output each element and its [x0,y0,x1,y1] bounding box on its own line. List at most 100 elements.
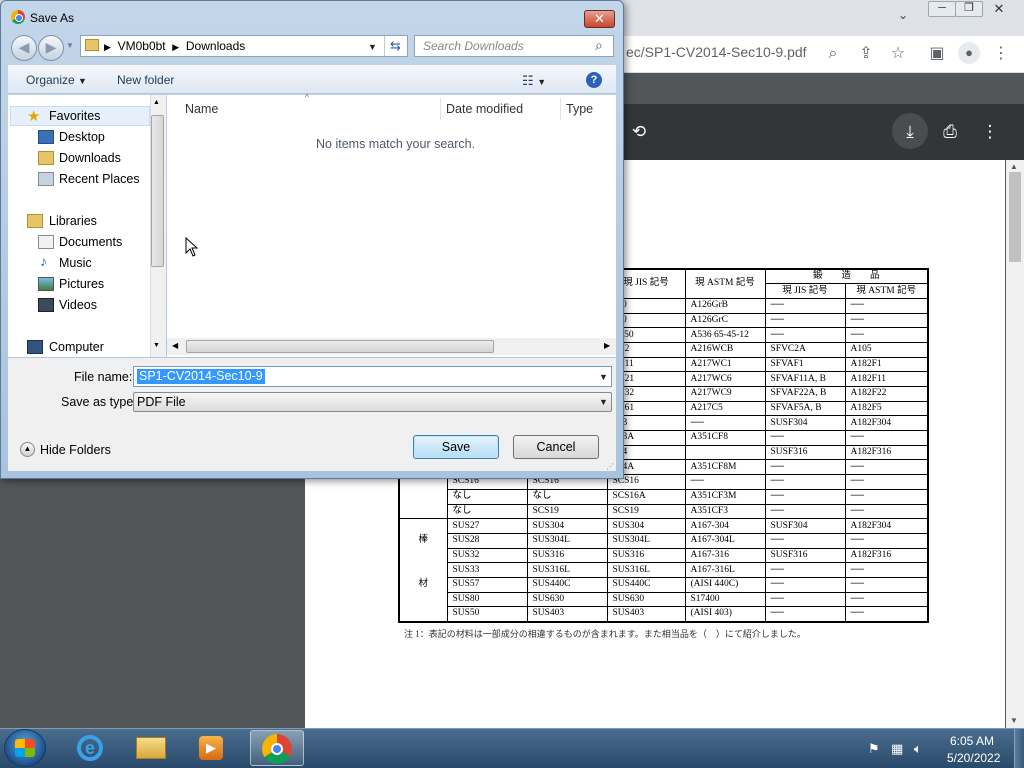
nav-recent-places[interactable]: Recent Places [59,172,140,186]
table-cell: ── [844,474,929,490]
save-button[interactable]: Save [413,435,499,459]
resize-grip-icon[interactable]: ⋰ [606,462,614,471]
nav-music[interactable]: Music [59,256,92,270]
help-icon[interactable]: ? [586,72,602,88]
browser-restore-button[interactable]: ❐ [955,1,983,17]
zoom-icon[interactable]: ⌕ [820,41,846,67]
new-folder-button[interactable]: New folder [117,73,174,87]
table-cell: 棒 [398,533,448,549]
nav-favorites[interactable]: Favorites [49,109,100,123]
table-row: SUS27 SUS304 SUS304 A167-304 SUSF304 A182F304 [398,518,929,534]
nav-libraries[interactable]: Libraries [49,214,97,228]
table-cell: SFVAF11A, B [764,371,846,387]
cancel-button[interactable]: Cancel [513,435,599,459]
column-separator[interactable] [440,98,441,120]
scroll-up-arrow-icon[interactable]: ▲ [1010,162,1018,171]
hide-folders-chevron-icon[interactable]: ▲ [20,442,35,457]
forward-button[interactable]: ▶ [38,35,64,61]
table-cell: SCS19 [606,503,686,520]
save-as-type-select[interactable] [133,392,612,412]
address-breadcrumb[interactable]: ▶ VM0b0bt ▶ Downloads [104,39,245,53]
taskbar-windows-explorer[interactable] [124,730,178,766]
browser-menu-icon[interactable]: ⋮ [988,41,1014,67]
nav-desktop[interactable]: Desktop [59,130,105,144]
column-header-name[interactable]: Name [185,102,218,116]
table-cell: ── [764,606,846,622]
browser-minimize-button[interactable]: ─ [928,1,956,17]
breadcrumb-chevron-icon[interactable]: ▶ [172,42,179,52]
table-cell: A351CF8 [684,430,766,446]
nav-pane-scrollbar-thumb[interactable] [151,115,164,267]
nav-computer[interactable]: Computer [49,340,104,354]
rotate-icon[interactable]: ⟲ [624,118,654,146]
scroll-down-arrow-icon[interactable]: ▼ [1010,716,1018,725]
table-cell: SUS630 [606,591,686,608]
organize-button[interactable]: Organize ▼ [26,73,87,87]
address-dropdown-icon[interactable]: ▼ [368,42,377,52]
organize-label: Organize [26,73,75,87]
more-actions-icon[interactable]: ⋮ [975,118,1005,146]
clock-date[interactable]: 5/20/2022 [947,751,1000,765]
action-center-flag-icon[interactable]: ⚑ [868,741,880,757]
volume-icon[interactable]: 🔈︎ [914,741,922,757]
network-icon[interactable]: ▦ [891,741,903,757]
scroll-down-arrow-icon[interactable]: ▼ [153,342,160,349]
back-button[interactable]: ◀ [11,35,37,61]
table-cell: A167-316 [684,547,766,564]
breadcrumb-downloads[interactable]: Downloads [186,39,245,53]
search-icon[interactable]: ⌕ [595,37,603,54]
table-cell: SFVAF22A, B [764,386,846,402]
table-cell: A217WC1 [684,356,766,373]
show-desktop-button[interactable] [1014,729,1024,768]
tab-search-chevron-icon[interactable]: ⌄ [898,8,908,22]
table-cell: ── [764,562,846,578]
table-cell: ── [764,297,846,314]
print-icon[interactable]: ⎙ [935,118,965,146]
bookmark-star-icon[interactable]: ☆ [885,41,911,67]
table-cell [398,606,448,622]
side-panel-icon[interactable]: ▣ [924,41,950,67]
breadcrumb-chevron-icon[interactable]: ▶ [104,42,111,52]
table-cell: ── [844,488,929,505]
nav-downloads[interactable]: Downloads [59,151,121,165]
browser-close-button[interactable]: ✕ [985,1,1013,17]
table-cell: A182F11 [844,371,929,387]
column-header-date-modified[interactable]: Date modified [446,102,523,116]
refresh-icon[interactable]: ⇆ [384,36,406,56]
nav-videos[interactable]: Videos [59,298,97,312]
clock-time[interactable]: 6:05 AM [950,734,994,748]
scroll-up-arrow-icon[interactable]: ▲ [153,99,160,106]
save-as-type-dropdown-icon[interactable]: ▼ [599,397,608,407]
scroll-right-arrow-icon[interactable]: ▶ [604,341,610,350]
address-bar-url[interactable]: ec/SP1-CV2014-Sec10-9.pdf [626,44,807,60]
table-cell: SUS316 [606,547,686,564]
taskbar-internet-explorer[interactable]: e [64,730,118,766]
nav-documents[interactable]: Documents [59,235,122,249]
profile-avatar-icon[interactable]: ● [958,42,980,64]
table-row: SUS50 SUS403 SUS403 (AISI 403) ── ── [398,606,929,622]
share-icon[interactable]: ⇪ [853,41,879,67]
nav-pictures[interactable]: Pictures [59,277,104,291]
taskbar-media-player[interactable]: ▶ [184,730,238,766]
file-name-dropdown-icon[interactable]: ▼ [599,372,608,382]
chrome-icon [262,734,292,764]
column-header-type[interactable]: Type [566,102,593,116]
table-cell: A216WCB [684,341,766,358]
scroll-left-arrow-icon[interactable]: ◀ [172,341,178,350]
view-options-icon[interactable]: ☷ ▼ [522,73,546,89]
table-cell: A126GrB [684,297,766,314]
file-explorer-icon [136,737,166,759]
recent-locations-chevron-icon[interactable]: ▼ [66,41,74,50]
pdf-scrollbar-thumb[interactable] [1009,172,1021,262]
breadcrumb-user[interactable]: VM0b0bt [118,39,166,53]
taskbar-chrome[interactable] [250,730,304,766]
column-separator[interactable] [560,98,561,120]
table-cell: ── [764,327,846,343]
hide-folders-button[interactable]: Hide Folders [40,443,111,457]
mouse-cursor-icon [185,237,199,257]
download-icon[interactable]: ⤓ [895,118,925,146]
dialog-close-button[interactable]: ✕ [584,10,615,28]
horizontal-scrollbar-thumb[interactable] [186,340,494,353]
table-cell: SUS28 [446,532,528,549]
file-name-selected-text[interactable]: SP1-CV2014-Sec10-9 [137,369,265,384]
